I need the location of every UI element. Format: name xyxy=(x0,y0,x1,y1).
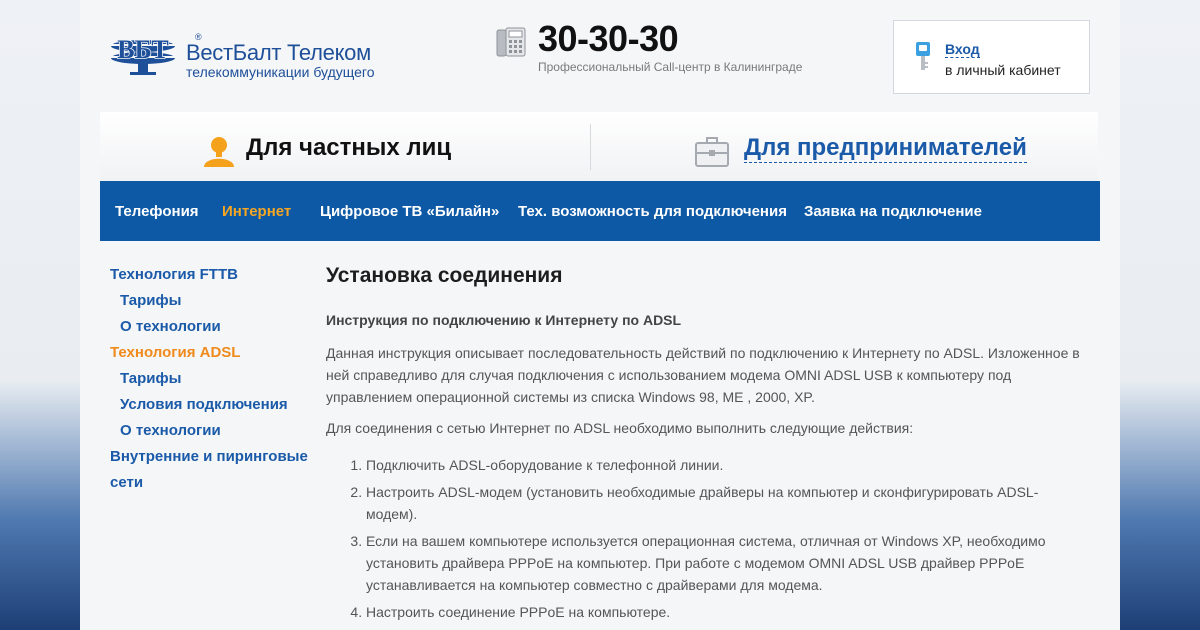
list-item: Настроить соединение PPPoE на компьютере… xyxy=(366,601,1086,623)
nav-item-internet[interactable]: Интернет xyxy=(222,203,291,220)
login-link[interactable]: Вход xyxy=(945,41,980,58)
nav-item-telephony[interactable]: Телефония xyxy=(115,203,199,220)
nav-item-tech-availability[interactable]: Тех. возможность для подключения xyxy=(518,203,787,220)
login-box: Вход в личный кабинет xyxy=(893,20,1090,94)
logo-name: ВестБалт Телеком xyxy=(186,40,371,65)
phone-number[interactable]: 30-30-30 xyxy=(538,18,679,60)
logo-mark: ВБТ xyxy=(117,35,169,64)
sidebar-item-peering[interactable]: Внутренние и пиринговые xyxy=(110,448,308,465)
sidebar-item-fttb-tariffs[interactable]: Тарифы xyxy=(120,292,181,309)
sidebar-item-adsl-conditions[interactable]: Условия подключения xyxy=(120,396,288,413)
login-subtitle: в личный кабинет xyxy=(945,62,1061,78)
tab-private-clients[interactable]: Для частных лиц xyxy=(246,134,451,162)
sidebar-item-adsl-about[interactable]: О технологии xyxy=(120,422,221,439)
page: ВБТ ® ВестБалт Телеком телекоммуникации … xyxy=(80,0,1120,630)
logo[interactable]: ВБТ ® ВестБалт Телеком телекоммуникации … xyxy=(110,32,410,84)
segment-divider xyxy=(590,124,591,170)
vbt-logo-icon: ВБТ xyxy=(110,34,176,75)
list-item: Если на вашем компьютере используется оп… xyxy=(366,530,1086,596)
tab-business-clients[interactable]: Для предпринимателей xyxy=(744,134,1027,163)
steps-intro: Для соединения с сетью Интернет по ADSL … xyxy=(326,420,914,436)
nav-item-digital-tv[interactable]: Цифровое ТВ «Билайн» xyxy=(320,203,499,220)
briefcase-icon xyxy=(695,137,729,167)
sidebar-item-adsl[interactable]: Технология ADSL xyxy=(110,344,240,361)
sidebar-item-peering-cont[interactable]: сети xyxy=(110,474,143,491)
page-title: Установка соединения xyxy=(326,264,563,287)
person-icon xyxy=(204,137,234,167)
section-subtitle: Инструкция по подключению к Интернету по… xyxy=(326,312,682,328)
phone-caption: Профессиональный Call-центр в Калинингра… xyxy=(538,60,803,74)
nav-item-connection-request[interactable]: Заявка на подключение xyxy=(804,203,982,220)
key-icon xyxy=(916,42,930,70)
logo-tagline: телекоммуникации будущего xyxy=(186,64,375,80)
phone-icon xyxy=(496,27,526,57)
main-nav: Телефония Интернет Цифровое ТВ «Билайн» … xyxy=(100,181,1100,241)
steps-list: Подключить ADSL-оборудование к телефонно… xyxy=(326,454,1086,628)
list-item: Подключить ADSL-оборудование к телефонно… xyxy=(366,454,1086,476)
sidebar-item-fttb[interactable]: Технология FTTB xyxy=(110,266,238,283)
intro-paragraph: Данная инструкция описывает последовател… xyxy=(326,345,1080,405)
sidebar-item-fttb-about[interactable]: О технологии xyxy=(120,318,221,335)
sidebar-item-adsl-tariffs[interactable]: Тарифы xyxy=(120,370,181,387)
segment-tabs: Для частных лиц Для предпринимателей xyxy=(100,112,1098,182)
list-item: Настроить ADSL-модем (установить необход… xyxy=(366,481,1086,525)
